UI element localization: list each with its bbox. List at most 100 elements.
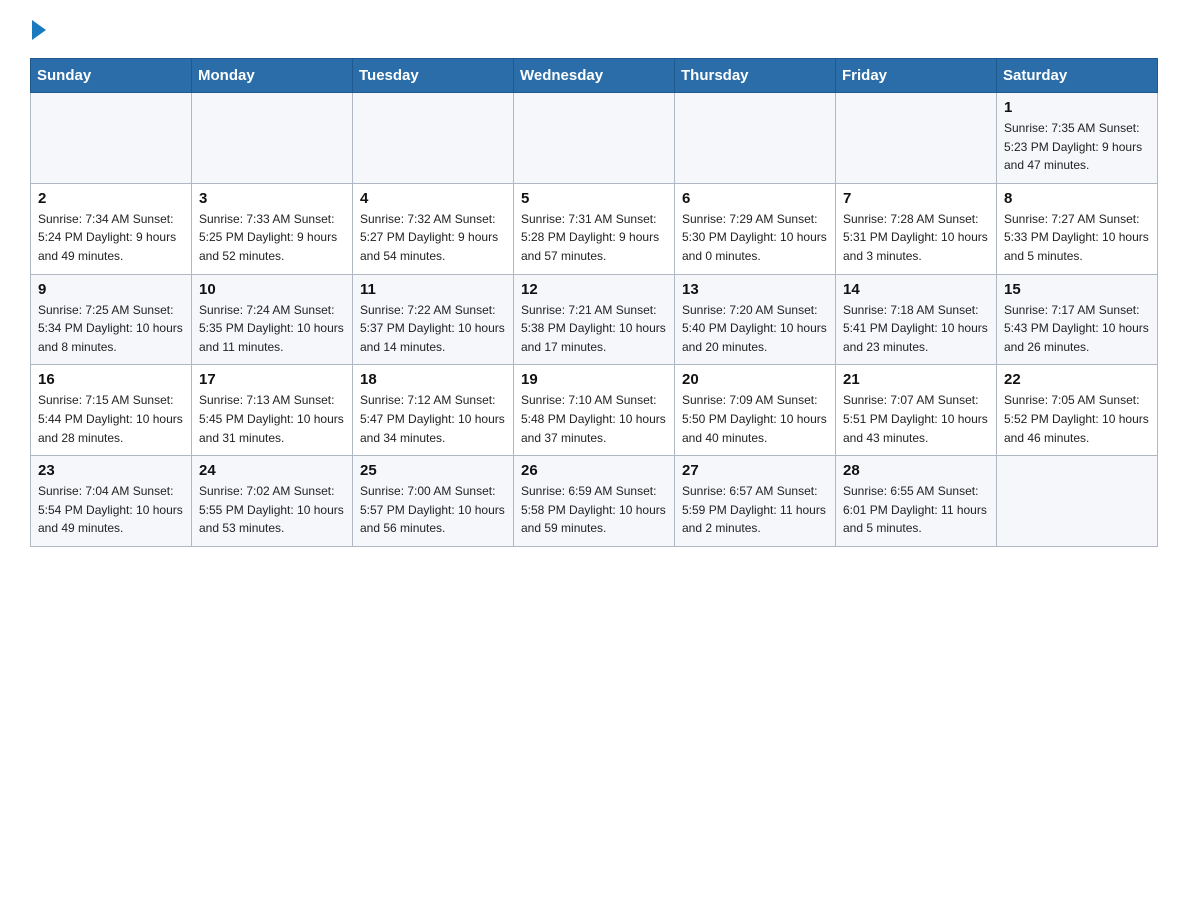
calendar-cell: 1 Sunrise: 7:35 AM Sunset: 5:23 PM Daylig… [997, 93, 1158, 184]
calendar-cell: 8 Sunrise: 7:27 AM Sunset: 5:33 PM Daylig… [997, 183, 1158, 274]
weekday-header-row: SundayMondayTuesdayWednesdayThursdayFrid… [31, 59, 1158, 93]
calendar-table: SundayMondayTuesdayWednesdayThursdayFrid… [30, 58, 1158, 547]
weekday-header-wednesday: Wednesday [514, 59, 675, 93]
calendar-cell: 10 Sunrise: 7:24 AM Sunset: 5:35 PM Dayli… [192, 274, 353, 365]
day-number: 28 [843, 462, 989, 479]
calendar-cell: 4 Sunrise: 7:32 AM Sunset: 5:27 PM Daylig… [353, 183, 514, 274]
calendar-cell: 23 Sunrise: 7:04 AM Sunset: 5:54 PM Dayli… [31, 456, 192, 547]
calendar-cell: 22 Sunrise: 7:05 AM Sunset: 5:52 PM Dayli… [997, 365, 1158, 456]
calendar-cell: 12 Sunrise: 7:21 AM Sunset: 5:38 PM Dayli… [514, 274, 675, 365]
day-info: Sunrise: 6:55 AM Sunset: 6:01 PM Dayligh… [843, 482, 989, 538]
logo [30, 20, 46, 40]
page-header [30, 20, 1158, 40]
calendar-cell [192, 93, 353, 184]
day-info: Sunrise: 7:15 AM Sunset: 5:44 PM Dayligh… [38, 391, 184, 447]
logo-triangle-icon [32, 20, 46, 40]
day-number: 9 [38, 281, 184, 298]
day-number: 12 [521, 281, 667, 298]
day-number: 4 [360, 190, 506, 207]
day-info: Sunrise: 7:17 AM Sunset: 5:43 PM Dayligh… [1004, 301, 1150, 357]
day-number: 22 [1004, 371, 1150, 388]
day-info: Sunrise: 7:05 AM Sunset: 5:52 PM Dayligh… [1004, 391, 1150, 447]
weekday-header-sunday: Sunday [31, 59, 192, 93]
calendar-cell [514, 93, 675, 184]
day-info: Sunrise: 7:12 AM Sunset: 5:47 PM Dayligh… [360, 391, 506, 447]
day-number: 7 [843, 190, 989, 207]
day-info: Sunrise: 7:20 AM Sunset: 5:40 PM Dayligh… [682, 301, 828, 357]
day-number: 14 [843, 281, 989, 298]
day-number: 1 [1004, 99, 1150, 116]
calendar-cell: 3 Sunrise: 7:33 AM Sunset: 5:25 PM Daylig… [192, 183, 353, 274]
day-info: Sunrise: 7:31 AM Sunset: 5:28 PM Dayligh… [521, 210, 667, 266]
calendar-cell: 9 Sunrise: 7:25 AM Sunset: 5:34 PM Daylig… [31, 274, 192, 365]
weekday-header-friday: Friday [836, 59, 997, 93]
calendar-cell: 2 Sunrise: 7:34 AM Sunset: 5:24 PM Daylig… [31, 183, 192, 274]
calendar-cell [836, 93, 997, 184]
day-info: Sunrise: 7:32 AM Sunset: 5:27 PM Dayligh… [360, 210, 506, 266]
day-number: 21 [843, 371, 989, 388]
calendar-cell: 26 Sunrise: 6:59 AM Sunset: 5:58 PM Dayli… [514, 456, 675, 547]
calendar-cell: 11Sunrise: 7:22 AM Sunset: 5:37 PM Dayli… [353, 274, 514, 365]
calendar-cell: 19Sunrise: 7:10 AM Sunset: 5:48 PM Dayli… [514, 365, 675, 456]
weekday-header-thursday: Thursday [675, 59, 836, 93]
calendar-cell: 14 Sunrise: 7:18 AM Sunset: 5:41 PM Dayli… [836, 274, 997, 365]
day-number: 13 [682, 281, 828, 298]
day-number: 3 [199, 190, 345, 207]
calendar-cell: 20 Sunrise: 7:09 AM Sunset: 5:50 PM Dayli… [675, 365, 836, 456]
weekday-header-monday: Monday [192, 59, 353, 93]
day-info: Sunrise: 7:25 AM Sunset: 5:34 PM Dayligh… [38, 301, 184, 357]
calendar-cell: 7Sunrise: 7:28 AM Sunset: 5:31 PM Daylig… [836, 183, 997, 274]
day-info: Sunrise: 7:34 AM Sunset: 5:24 PM Dayligh… [38, 210, 184, 266]
day-info: Sunrise: 6:57 AM Sunset: 5:59 PM Dayligh… [682, 482, 828, 538]
calendar-cell [353, 93, 514, 184]
day-number: 10 [199, 281, 345, 298]
calendar-cell: 6 Sunrise: 7:29 AM Sunset: 5:30 PM Daylig… [675, 183, 836, 274]
calendar-cell: 27 Sunrise: 6:57 AM Sunset: 5:59 PM Dayli… [675, 456, 836, 547]
calendar-cell: 5 Sunrise: 7:31 AM Sunset: 5:28 PM Daylig… [514, 183, 675, 274]
day-info: Sunrise: 7:24 AM Sunset: 5:35 PM Dayligh… [199, 301, 345, 357]
day-info: Sunrise: 7:13 AM Sunset: 5:45 PM Dayligh… [199, 391, 345, 447]
calendar-cell: 21 Sunrise: 7:07 AM Sunset: 5:51 PM Dayli… [836, 365, 997, 456]
day-info: Sunrise: 7:27 AM Sunset: 5:33 PM Dayligh… [1004, 210, 1150, 266]
day-info: Sunrise: 7:02 AM Sunset: 5:55 PM Dayligh… [199, 482, 345, 538]
day-info: Sunrise: 7:21 AM Sunset: 5:38 PM Dayligh… [521, 301, 667, 357]
day-info: Sunrise: 7:35 AM Sunset: 5:23 PM Dayligh… [1004, 119, 1150, 175]
day-info: Sunrise: 7:04 AM Sunset: 5:54 PM Dayligh… [38, 482, 184, 538]
week-row-2: 2 Sunrise: 7:34 AM Sunset: 5:24 PM Daylig… [31, 183, 1158, 274]
week-row-3: 9 Sunrise: 7:25 AM Sunset: 5:34 PM Daylig… [31, 274, 1158, 365]
day-number: 8 [1004, 190, 1150, 207]
day-info: Sunrise: 7:07 AM Sunset: 5:51 PM Dayligh… [843, 391, 989, 447]
calendar-cell: 25 Sunrise: 7:00 AM Sunset: 5:57 PM Dayli… [353, 456, 514, 547]
week-row-4: 16 Sunrise: 7:15 AM Sunset: 5:44 PM Dayli… [31, 365, 1158, 456]
calendar-cell: 18 Sunrise: 7:12 AM Sunset: 5:47 PM Dayli… [353, 365, 514, 456]
day-number: 5 [521, 190, 667, 207]
day-info: Sunrise: 6:59 AM Sunset: 5:58 PM Dayligh… [521, 482, 667, 538]
day-number: 17 [199, 371, 345, 388]
day-info: Sunrise: 7:00 AM Sunset: 5:57 PM Dayligh… [360, 482, 506, 538]
day-number: 24 [199, 462, 345, 479]
week-row-5: 23 Sunrise: 7:04 AM Sunset: 5:54 PM Dayli… [31, 456, 1158, 547]
day-number: 20 [682, 371, 828, 388]
calendar-cell: 16 Sunrise: 7:15 AM Sunset: 5:44 PM Dayli… [31, 365, 192, 456]
day-number: 27 [682, 462, 828, 479]
day-number: 6 [682, 190, 828, 207]
day-info: Sunrise: 7:33 AM Sunset: 5:25 PM Dayligh… [199, 210, 345, 266]
day-number: 15 [1004, 281, 1150, 298]
weekday-header-tuesday: Tuesday [353, 59, 514, 93]
calendar-cell: 17 Sunrise: 7:13 AM Sunset: 5:45 PM Dayli… [192, 365, 353, 456]
calendar-cell: 28 Sunrise: 6:55 AM Sunset: 6:01 PM Dayli… [836, 456, 997, 547]
day-number: 23 [38, 462, 184, 479]
day-number: 26 [521, 462, 667, 479]
day-info: Sunrise: 7:18 AM Sunset: 5:41 PM Dayligh… [843, 301, 989, 357]
day-number: 25 [360, 462, 506, 479]
calendar-cell: 13 Sunrise: 7:20 AM Sunset: 5:40 PM Dayli… [675, 274, 836, 365]
day-info: Sunrise: 7:29 AM Sunset: 5:30 PM Dayligh… [682, 210, 828, 266]
calendar-cell [31, 93, 192, 184]
calendar-cell [675, 93, 836, 184]
weekday-header-saturday: Saturday [997, 59, 1158, 93]
day-info: Sunrise: 7:09 AM Sunset: 5:50 PM Dayligh… [682, 391, 828, 447]
day-number: 18 [360, 371, 506, 388]
day-number: 16 [38, 371, 184, 388]
day-number: 2 [38, 190, 184, 207]
calendar-cell: 24 Sunrise: 7:02 AM Sunset: 5:55 PM Dayli… [192, 456, 353, 547]
